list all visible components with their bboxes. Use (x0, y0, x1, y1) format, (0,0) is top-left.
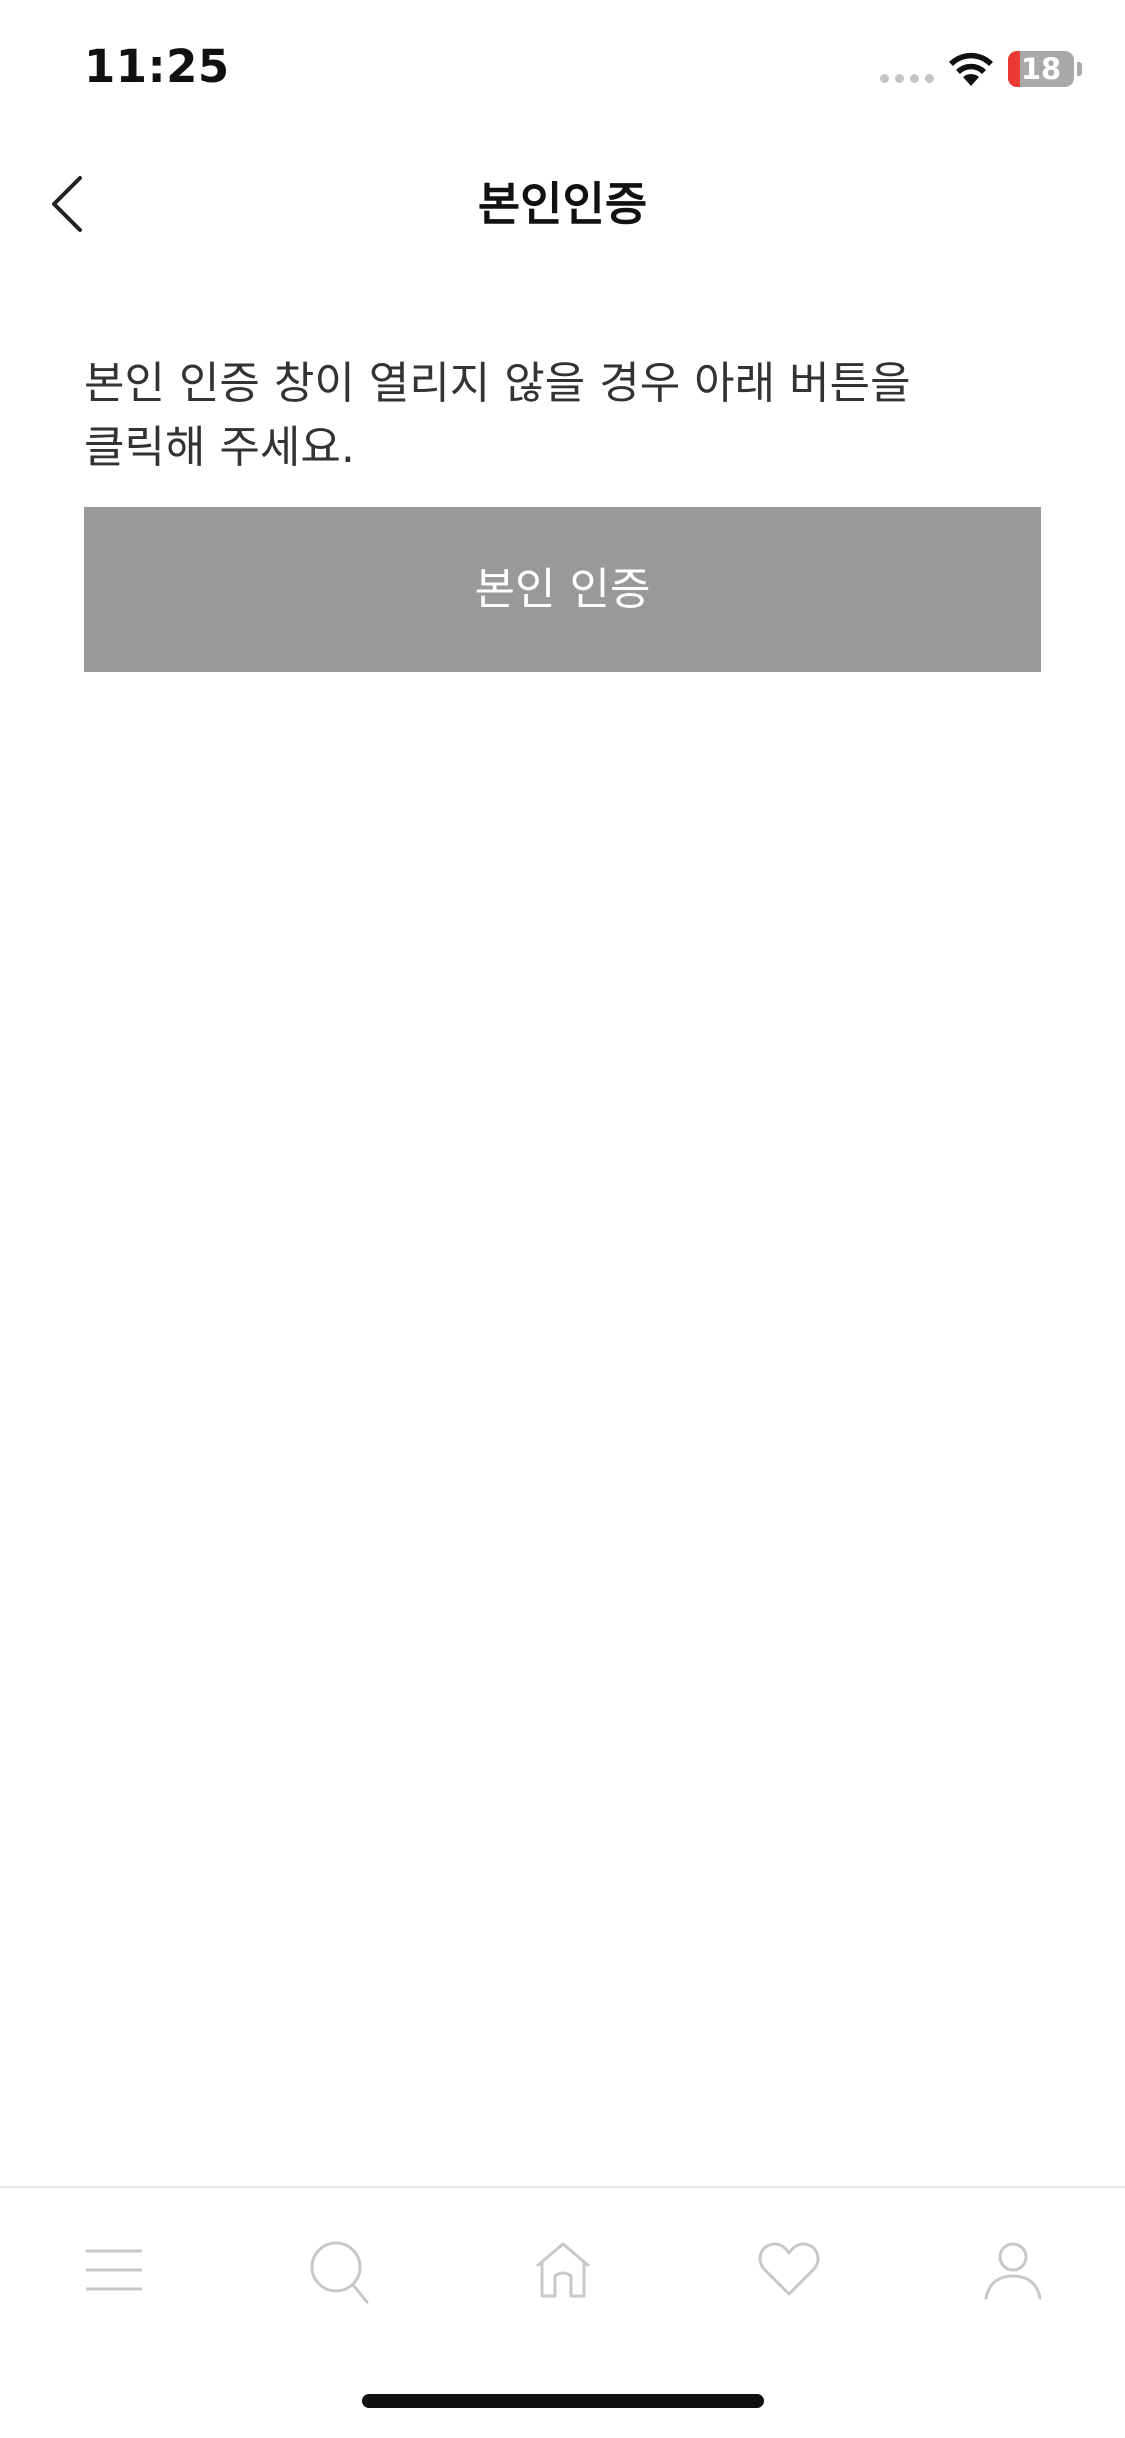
battery-icon: 18 (1008, 51, 1074, 87)
tab-profile[interactable] (953, 2228, 1073, 2328)
tab-search[interactable] (279, 2228, 399, 2328)
status-time: 11:25 (84, 40, 230, 93)
menu-icon (86, 2249, 142, 2291)
cellular-signal-icon (880, 74, 934, 83)
nav-header: 본인인증 (0, 140, 1125, 260)
verify-identity-button[interactable]: 본인 인증 (84, 507, 1041, 672)
home-icon (536, 2242, 590, 2298)
search-icon (310, 2241, 369, 2304)
wifi-icon (949, 52, 993, 86)
heart-icon (758, 2242, 820, 2296)
status-bar: 11:25 18 (0, 0, 1125, 140)
tab-home[interactable] (503, 2228, 623, 2328)
page-title: 본인인증 (477, 177, 648, 231)
person-icon (984, 2242, 1042, 2300)
notice-text: 본인 인증 창이 열리지 않을 경우 아래 버튼을 클릭해 주세요. (84, 358, 911, 473)
battery-cap (1077, 62, 1082, 76)
battery-level-text: 18 (1020, 52, 1062, 86)
tab-wishlist[interactable] (728, 2228, 848, 2328)
home-indicator[interactable] (362, 2394, 764, 2408)
tab-menu[interactable] (54, 2228, 174, 2328)
